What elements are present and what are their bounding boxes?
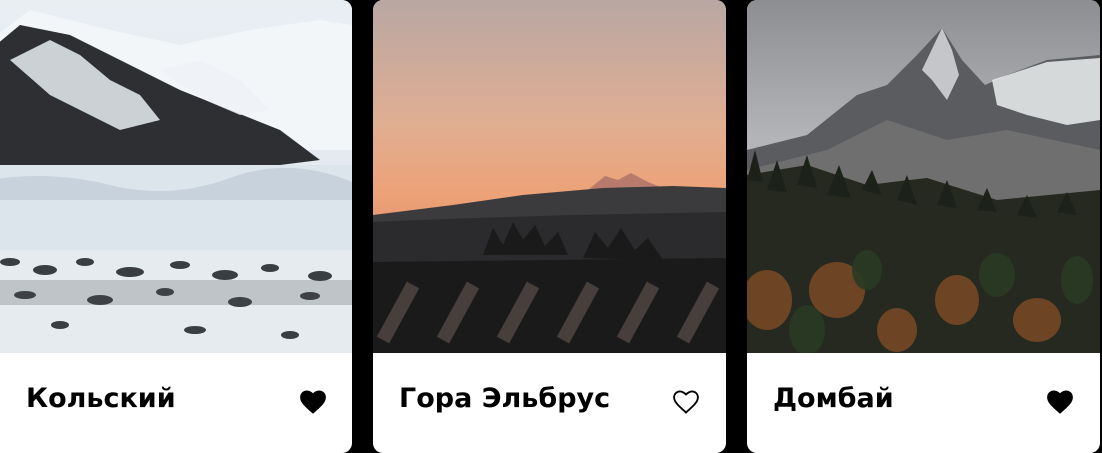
heart-filled-icon	[300, 389, 326, 414]
place-card-elbrus: Гора Эльбрус	[373, 0, 726, 453]
like-button[interactable]	[298, 386, 328, 416]
heart-filled-icon	[1047, 389, 1073, 414]
like-button[interactable]	[1045, 386, 1075, 416]
snowy-mountain-coast-photo	[0, 0, 352, 353]
like-button[interactable]	[671, 386, 701, 416]
heart-outline-icon	[673, 390, 699, 414]
sunset-mountain-silhouette-photo	[373, 0, 726, 353]
place-title: Домбай	[773, 383, 894, 414]
place-title: Кольский	[26, 383, 176, 414]
place-card-kolsky: Кольский	[0, 0, 352, 453]
mountain-peak-forest-photo	[747, 0, 1100, 353]
places-gallery: Кольский Гора Эльбрус Домбай	[0, 0, 1102, 453]
place-card-dombay: Домбай	[747, 0, 1100, 453]
place-title: Гора Эльбрус	[399, 383, 611, 414]
